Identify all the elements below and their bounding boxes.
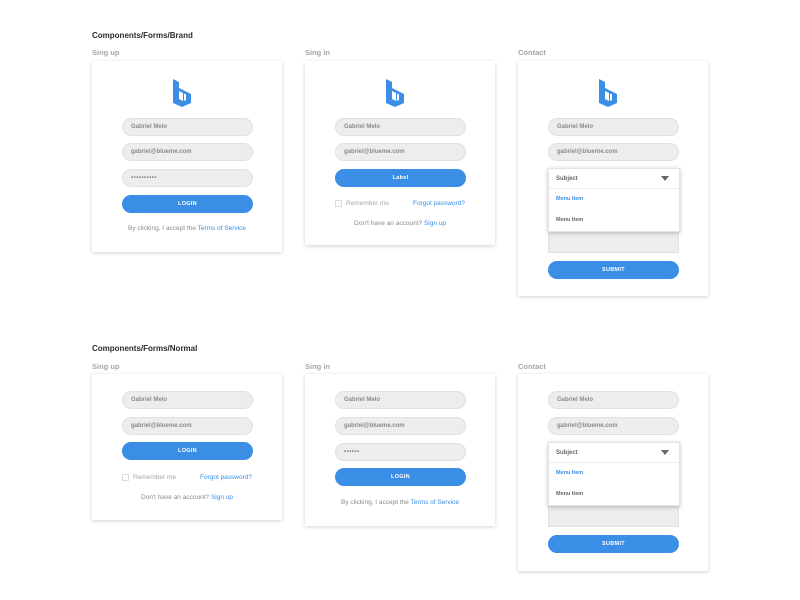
chevron-down-icon[interactable] <box>661 176 669 181</box>
label-contact-normal: Contact <box>518 362 546 371</box>
message-textarea[interactable] <box>548 505 679 527</box>
name-field[interactable]: Gabriel Melo <box>122 391 253 409</box>
remember-me[interactable]: Remember me <box>122 474 176 481</box>
email-field[interactable]: gabriel@blueme.com <box>335 143 466 161</box>
name-field[interactable]: Gabriel Melo <box>548 118 679 136</box>
message-textarea[interactable] <box>548 231 679 253</box>
email-field[interactable]: gabriel@blueme.com <box>122 143 253 161</box>
email-field[interactable]: gabriel@blueme.com <box>122 417 253 435</box>
label-signin-brand: Sing in <box>305 48 330 57</box>
blueme-logo-icon <box>386 79 404 107</box>
terms-link[interactable]: Terms of Service <box>411 499 459 506</box>
remember-me[interactable]: Remember me <box>335 200 389 207</box>
login-button[interactable]: LOGIN <box>122 442 253 460</box>
no-account-text: Don't have an account? <box>141 494 210 501</box>
subject-select[interactable]: Subject <box>549 443 679 463</box>
remember-label: Remember me <box>133 474 176 481</box>
menu-item[interactable]: Menu Item <box>549 210 679 231</box>
signup-link[interactable]: Sign up <box>424 220 446 227</box>
login-button[interactable]: LOGIN <box>335 468 466 486</box>
blueme-logo-icon <box>173 79 191 107</box>
subject-label: Subject <box>556 176 578 182</box>
password-field[interactable]: •••••••••• <box>122 169 253 187</box>
label-contact-brand: Contact <box>518 48 546 57</box>
card-contact-brand: Gabriel Melo gabriel@blueme.com Subject … <box>518 61 708 296</box>
label-signin-normal: Sing in <box>305 362 330 371</box>
terms-link[interactable]: Terms of Service <box>198 225 246 232</box>
terms-text: By clicking, I accept the Terms of Servi… <box>92 225 282 232</box>
subject-dropdown[interactable]: Subject Menu Item Menu Item <box>548 442 680 506</box>
password-field[interactable]: •••••• <box>335 443 466 461</box>
remember-checkbox[interactable] <box>335 200 342 207</box>
by-clicking-text: By clicking, I accept the <box>340 499 409 506</box>
by-clicking-text: By clicking, I accept the <box>127 225 196 232</box>
card-signup-brand: Gabriel Melo gabriel@blueme.com ••••••••… <box>92 61 282 252</box>
section-title-brand: Components/Forms/Brand <box>92 31 193 40</box>
card-signin-normal: Gabriel Melo gabriel@blueme.com •••••• L… <box>305 374 495 526</box>
signup-prompt: Don't have an account? Sign up <box>92 494 282 501</box>
no-account-text: Don't have an account? <box>354 220 423 227</box>
name-field[interactable]: Gabriel Melo <box>335 391 466 409</box>
name-field[interactable]: Gabriel Melo <box>335 118 466 136</box>
submit-button[interactable]: SUBMIT <box>548 261 679 279</box>
blueme-logo-icon <box>599 79 617 107</box>
login-button[interactable]: LOGIN <box>122 195 253 213</box>
subject-label: Subject <box>556 450 578 456</box>
label-button[interactable]: Label <box>335 169 466 187</box>
email-field[interactable]: gabriel@blueme.com <box>548 143 679 161</box>
card-signin-brand: Gabriel Melo gabriel@blueme.com Label Re… <box>305 61 495 245</box>
submit-button[interactable]: SUBMIT <box>548 535 679 553</box>
menu-item[interactable]: Menu Item <box>549 189 679 210</box>
signup-link[interactable]: Sign up <box>211 494 233 501</box>
label-signup-brand: Sing up <box>92 48 120 57</box>
subject-dropdown[interactable]: Subject Menu Item Menu Item <box>548 168 680 232</box>
remember-checkbox[interactable] <box>122 474 129 481</box>
forgot-password-link[interactable]: Forgot password? <box>200 474 252 481</box>
card-signup-normal: Gabriel Melo gabriel@blueme.com LOGIN Re… <box>92 374 282 520</box>
label-signup-normal: Sing up <box>92 362 120 371</box>
email-field[interactable]: gabriel@blueme.com <box>548 417 679 435</box>
subject-select[interactable]: Subject <box>549 169 679 189</box>
card-contact-normal: Gabriel Melo gabriel@blueme.com Subject … <box>518 374 708 571</box>
chevron-down-icon[interactable] <box>661 450 669 455</box>
name-field[interactable]: Gabriel Melo <box>548 391 679 409</box>
forgot-password-link[interactable]: Forgot password? <box>413 200 465 207</box>
section-title-normal: Components/Forms/Normal <box>92 344 198 353</box>
menu-item[interactable]: Menu Item <box>549 484 679 505</box>
menu-item[interactable]: Menu Item <box>549 463 679 484</box>
name-field[interactable]: Gabriel Melo <box>122 118 253 136</box>
email-field[interactable]: gabriel@blueme.com <box>335 417 466 435</box>
terms-text: By clicking, I accept the Terms of Servi… <box>305 499 495 506</box>
signup-prompt: Don't have an account? Sign up <box>305 220 495 227</box>
remember-label: Remember me <box>346 200 389 207</box>
